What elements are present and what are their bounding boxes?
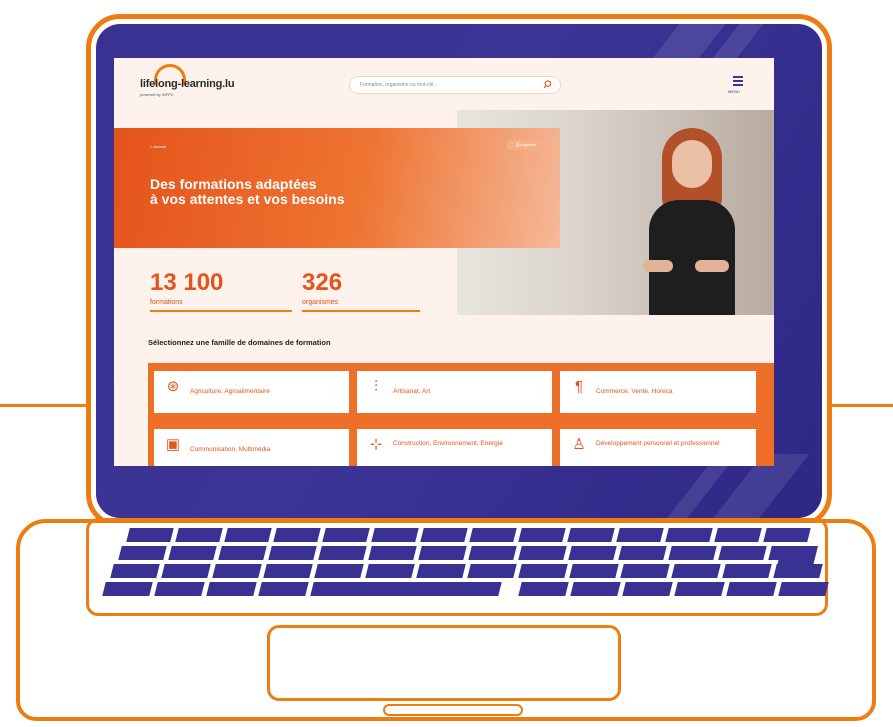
decor-line-right	[828, 404, 893, 407]
section-title: Sélectionnez une famille de domaines de …	[148, 338, 331, 347]
site-header: lifelong-learning.lu powered by INFPC ME…	[114, 58, 774, 110]
keyboard-key	[368, 546, 417, 560]
keyboard-key	[365, 564, 415, 578]
keyboard-key	[263, 564, 313, 578]
keyboard-key	[467, 564, 517, 578]
stat-organismes-underline	[302, 310, 420, 312]
utensils-icon: ¶	[574, 378, 584, 395]
keyboard-key	[206, 582, 257, 596]
tools-icon: ⫶	[374, 378, 378, 395]
keyboard-key	[567, 528, 615, 542]
keyboard-key	[420, 528, 468, 542]
keyboard-key	[778, 582, 829, 596]
keyboard-key	[568, 546, 617, 560]
search-bar[interactable]	[350, 77, 560, 93]
keyboard-key	[371, 528, 419, 542]
domain-label: Agriculture, Agroalimentaire	[190, 388, 270, 395]
keyboard-key	[570, 582, 621, 596]
keyboard-key	[722, 564, 772, 578]
domain-label: Artisanat, Art	[393, 388, 431, 395]
keyboard-key	[161, 564, 211, 578]
stat-organismes-label: organismes	[302, 299, 339, 306]
keyboard-key	[718, 546, 767, 560]
hero-title: Des formations adaptées à vos attentes et…	[150, 176, 345, 207]
screen-play-icon: ▣	[165, 436, 181, 453]
site-logo[interactable]: lifelong-learning.lu	[140, 78, 235, 90]
menu-icon[interactable]	[733, 76, 743, 86]
stat-formations-value: 13 100	[150, 269, 224, 296]
domain-label: Construction, Environnement, Energie	[393, 440, 503, 447]
stat-formations-label: formations	[150, 299, 183, 306]
domain-label: Développement personnel et professionnel	[596, 440, 720, 447]
keyboard-key	[218, 546, 267, 560]
keyboard-key	[518, 582, 569, 596]
keyboard-key	[671, 564, 721, 578]
domain-card-agriculture[interactable]: ⊛ Agriculture, Agroalimentaire	[154, 371, 349, 413]
keyboard-key	[310, 582, 502, 596]
domain-card-construction[interactable]: ⊹ Construction, Environnement, Energie	[357, 429, 552, 466]
keyboard-key	[224, 528, 272, 542]
keyboard-key	[416, 564, 466, 578]
person-growth-icon: ♙	[572, 436, 586, 453]
stat-organismes-value: 326	[302, 269, 343, 296]
keyboard-key	[314, 564, 364, 578]
trackpad	[267, 625, 621, 701]
keyboard-key	[763, 528, 811, 542]
keyboard-key	[110, 564, 160, 578]
logo-subtitle: powered by INFPC	[140, 92, 174, 97]
keyboard-key	[674, 582, 725, 596]
keyboard-key	[616, 528, 664, 542]
laptop-notch	[383, 704, 523, 716]
keyboard-key	[268, 546, 317, 560]
keyboard-key	[518, 546, 567, 560]
domain-card-communication[interactable]: ▣ Communication, Multimédia	[154, 429, 349, 466]
keyboard-key	[622, 582, 673, 596]
keyboard-key	[154, 582, 205, 596]
keyboard-key	[318, 546, 367, 560]
keyboard-key	[618, 546, 667, 560]
breadcrumb[interactable]: ⌂ Accueil	[150, 144, 166, 149]
keyboard-key	[118, 546, 167, 560]
wind-turbine-icon: ⊹	[369, 436, 383, 453]
keyboard-key	[726, 582, 777, 596]
keyboard-key	[668, 546, 717, 560]
print-button[interactable]: ⎙ Imprimer	[506, 140, 546, 150]
keyboard	[90, 522, 830, 614]
keyboard-key	[665, 528, 713, 542]
domain-label: Communication, Multimédia	[190, 446, 271, 453]
keyboard-key	[212, 564, 262, 578]
domain-card-developpement[interactable]: ♙ Développement personnel et professionn…	[560, 429, 756, 466]
keyboard-key	[168, 546, 217, 560]
keyboard-key	[126, 528, 174, 542]
keyboard-key	[518, 564, 568, 578]
search-input[interactable]	[360, 80, 530, 90]
search-icon[interactable]	[543, 80, 552, 89]
browser-screen: lifelong-learning.lu powered by INFPC ME…	[114, 58, 774, 466]
keyboard-key	[418, 546, 467, 560]
domain-label: Commerce, Vente, Horeca	[596, 388, 673, 395]
domain-card-artisanat[interactable]: ⫶ Artisanat, Art	[357, 371, 552, 413]
menu-label[interactable]: MENU	[728, 89, 740, 94]
wheat-icon: ⊛	[166, 378, 180, 395]
keyboard-key	[175, 528, 223, 542]
keyboard-key	[469, 528, 517, 542]
decor-line-left	[0, 404, 90, 407]
keyboard-key	[468, 546, 517, 560]
keyboard-key	[322, 528, 370, 542]
stat-formations-underline	[150, 310, 292, 312]
keyboard-key	[102, 582, 153, 596]
keyboard-key	[569, 564, 619, 578]
keyboard-key	[714, 528, 762, 542]
keyboard-key	[518, 528, 566, 542]
keyboard-key	[620, 564, 670, 578]
hero-banner: ⌂ Accueil ⎙ Imprimer Des formations adap…	[114, 128, 560, 248]
keyboard-key	[273, 528, 321, 542]
domain-card-commerce[interactable]: ¶ Commerce, Vente, Horeca	[560, 371, 756, 413]
keyboard-key	[258, 582, 309, 596]
